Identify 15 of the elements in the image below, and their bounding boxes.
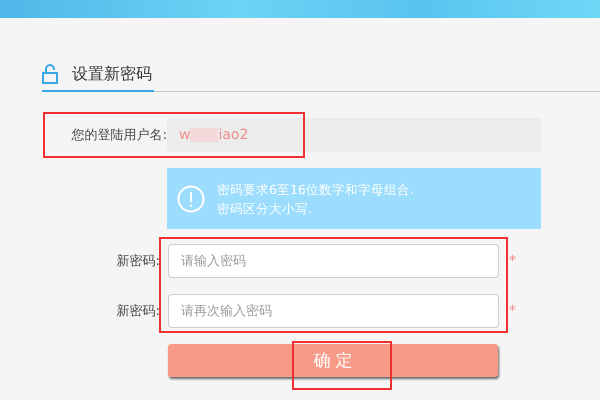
password-label: 新密码:: [116, 253, 160, 270]
notice-text: 密码要求6至16位数字和字母组合.: [217, 180, 414, 198]
password-label: 新密码:: [116, 303, 160, 320]
unlocked-lock-icon: [42, 64, 58, 84]
notice-text: 密码区分大小写.: [217, 200, 313, 218]
exclamation-circle-icon: [177, 184, 205, 212]
required-mark: *: [509, 253, 516, 269]
username-end: iao2: [218, 127, 248, 143]
username-start: w: [179, 127, 190, 143]
section-title: 设置新密码: [72, 64, 152, 84]
required-mark: *: [509, 303, 516, 319]
username-label: 您的登陆用户名:: [70, 127, 167, 144]
confirm-button[interactable]: 确 定: [168, 344, 498, 377]
password-field[interactable]: 请输入密码: [168, 244, 499, 278]
password-field[interactable]: 请再次输入密码: [168, 294, 499, 328]
